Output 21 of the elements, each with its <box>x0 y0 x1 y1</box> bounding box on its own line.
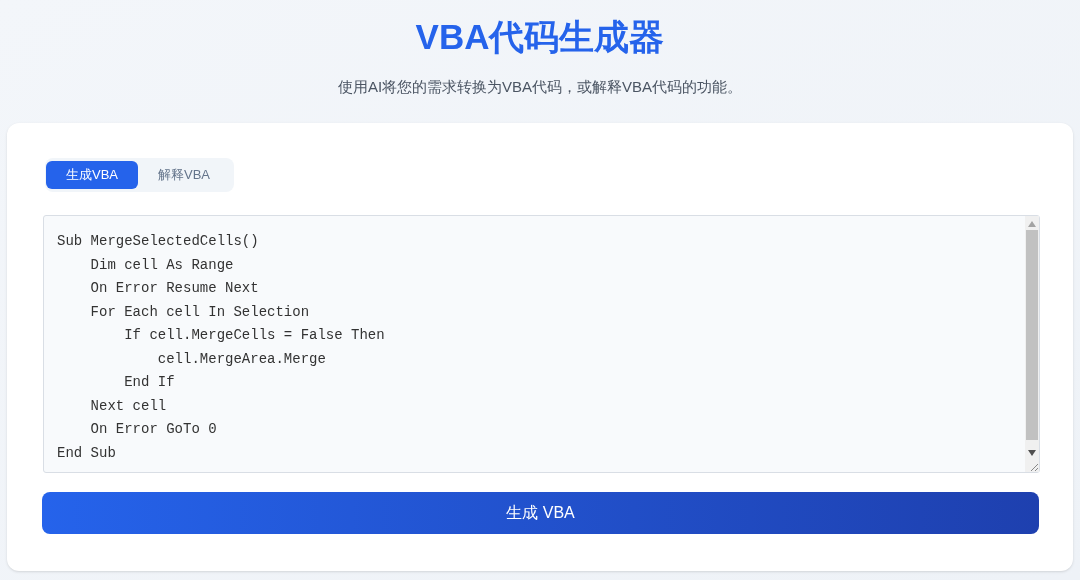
page-subtitle: 使用AI将您的需求转换为VBA代码，或解释VBA代码的功能。 <box>337 77 743 97</box>
scrollbar[interactable] <box>1025 216 1039 472</box>
tab[interactable]: 解释VBA <box>138 161 230 189</box>
code-line: cell.MergeArea.Merge <box>156 349 326 369</box>
code-line: If cell.MergeCells = False Then <box>123 326 385 345</box>
code-line: End Sub <box>57 443 116 463</box>
tab[interactable]: 生成VBA <box>46 161 138 189</box>
scroll-down-icon[interactable] <box>1028 450 1036 456</box>
generate-button[interactable]: 生成 VBA <box>42 492 1039 534</box>
scroll-up-icon[interactable] <box>1028 221 1036 227</box>
scrollbar-thumb[interactable] <box>1026 230 1038 440</box>
code-line: Next cell <box>89 396 167 416</box>
code-line: For Each cell In Selection <box>89 302 310 322</box>
page-title: VBA代码生成器 <box>415 16 665 58</box>
code-line: Sub MergeSelectedCells() <box>57 232 259 251</box>
code-line: On Error GoTo 0 <box>89 420 217 439</box>
code-line: End If <box>123 373 175 392</box>
code-line: On Error Resume Next <box>89 279 259 298</box>
resize-grip-icon[interactable] <box>1030 463 1038 471</box>
code-line: Dim cell As Range <box>89 255 234 275</box>
code-input-field[interactable]: Sub MergeSelectedCells() Dim cell As Range On Error Resume Next For Each cell In Selection If cell.MergeCells = False Then cell.MergeArea.Merge End If Next cell On Error GoTo 0 End Sub <box>43 215 1040 473</box>
